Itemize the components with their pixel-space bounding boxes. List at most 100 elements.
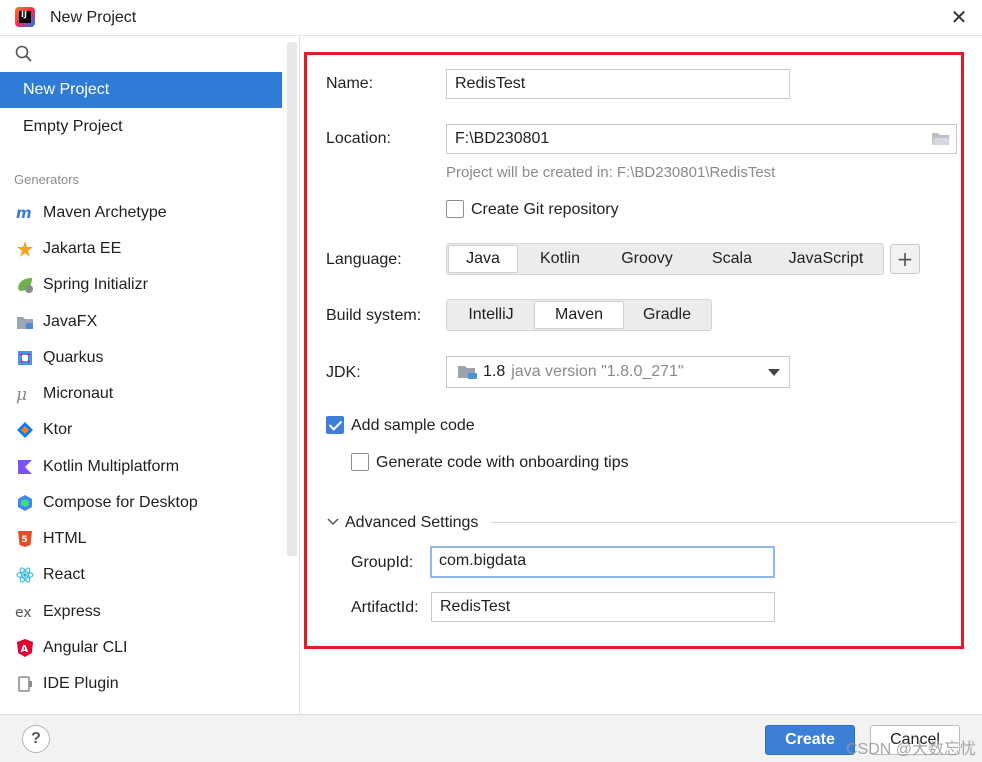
artifactid-input[interactable]: RedisTest	[431, 592, 775, 622]
name-label: Name:	[326, 75, 374, 92]
generator-label: Jakarta EE	[43, 240, 122, 257]
advanced-settings-divider	[491, 522, 957, 523]
build-system-selector: IntelliJ Maven Gradle	[446, 299, 712, 331]
generator-javafx[interactable]: JavaFX	[0, 307, 282, 337]
svg-text:5: 5	[22, 535, 28, 545]
generator-label: Express	[43, 603, 101, 620]
jdk-folder-icon	[458, 366, 477, 379]
svg-text:ex: ex	[15, 605, 32, 621]
create-git-checkbox[interactable]	[446, 200, 464, 218]
name-input[interactable]: RedisTest	[446, 69, 790, 99]
kotlin-icon	[18, 460, 32, 474]
generator-label: Kotlin Multiplatform	[43, 458, 180, 475]
generator-react[interactable]: React	[0, 560, 282, 590]
react-icon	[16, 567, 34, 583]
dialog-footer: ? Create Cancel CSDN @大数忘忧	[0, 714, 982, 762]
generator-html[interactable]: 5 HTML	[0, 524, 282, 554]
quarkus-icon	[18, 351, 32, 365]
generator-label: Compose for Desktop	[43, 494, 198, 511]
create-git-label: Create Git repository	[471, 201, 619, 218]
svg-text:m: m	[16, 204, 32, 222]
add-sample-code-label: Add sample code	[351, 417, 475, 434]
plugin-icon	[18, 676, 32, 692]
artifactid-label: ArtifactId:	[351, 599, 419, 616]
location-value: F:\BD230801	[455, 130, 550, 147]
create-button[interactable]: Create	[765, 725, 855, 755]
sidebar-item-new-project[interactable]: New Project	[0, 72, 282, 108]
folder-browse-icon[interactable]	[931, 131, 951, 147]
generator-label: Angular CLI	[43, 639, 128, 656]
generator-label: Spring Initializr	[43, 276, 148, 293]
javafx-icon	[17, 317, 33, 329]
generator-label: Ktor	[43, 421, 73, 438]
generator-micronaut[interactable]: μ Micronaut	[0, 379, 282, 409]
svg-text:A: A	[21, 644, 29, 655]
onboarding-tips-checkbox[interactable]	[351, 453, 369, 471]
language-selector: Java Kotlin Groovy Scala JavaScript	[446, 243, 884, 275]
generator-angular-cli[interactable]: A Angular CLI	[0, 633, 282, 663]
spring-icon	[18, 278, 33, 293]
build-option-intellij[interactable]: IntelliJ	[448, 301, 534, 329]
generator-label: Quarkus	[43, 349, 104, 366]
jdk-label: JDK:	[326, 364, 361, 381]
language-label: Language:	[326, 251, 402, 268]
close-icon[interactable]: ✕	[948, 6, 970, 28]
ktor-icon	[17, 422, 33, 438]
language-option-groovy[interactable]: Groovy	[602, 245, 692, 273]
help-button[interactable]: ?	[22, 725, 50, 753]
build-option-gradle[interactable]: Gradle	[624, 301, 710, 329]
generator-maven-archetype[interactable]: m Maven Archetype	[0, 198, 282, 228]
advanced-settings-toggle[interactable]: Advanced Settings	[345, 514, 478, 532]
jdk-select[interactable]: 1.8 java version "1.8.0_271"	[446, 356, 790, 388]
angular-icon: A	[17, 639, 33, 657]
add-language-plus-icon[interactable]: +	[890, 244, 920, 274]
jakarta-ee-icon	[17, 241, 33, 257]
window-title: New Project	[50, 9, 137, 26]
add-sample-code-checkbox[interactable]	[326, 416, 344, 434]
groupid-input[interactable]: com.bigdata	[430, 546, 775, 578]
language-option-java[interactable]: Java	[448, 245, 518, 273]
build-option-maven[interactable]: Maven	[534, 301, 624, 329]
generator-compose-for-desktop[interactable]: Compose for Desktop	[0, 488, 282, 518]
location-hint: Project will be created in: F:\BD230801\…	[446, 164, 776, 181]
chevron-down-icon[interactable]	[327, 517, 339, 527]
sidebar-scrollbar[interactable]	[287, 42, 297, 556]
search-icon[interactable]	[14, 44, 34, 64]
generator-express[interactable]: ex Express	[0, 597, 282, 627]
language-option-kotlin[interactable]: Kotlin	[518, 245, 602, 273]
micronaut-icon: μ	[16, 385, 27, 404]
language-option-scala[interactable]: Scala	[692, 245, 772, 273]
express-icon: ex	[15, 605, 32, 621]
html5-icon: 5	[18, 531, 32, 547]
generator-quarkus[interactable]: Quarkus	[0, 343, 282, 373]
generators-section-label: Generators	[14, 172, 80, 187]
language-option-javascript[interactable]: JavaScript	[772, 245, 880, 273]
generator-ide-plugin[interactable]: IDE Plugin	[0, 669, 282, 699]
build-system-label: Build system:	[326, 307, 422, 324]
sidebar-item-empty-project[interactable]: Empty Project	[0, 109, 282, 145]
generator-label: Micronaut	[43, 385, 114, 402]
compose-icon	[18, 495, 32, 511]
generator-spring-initializr[interactable]: Spring Initializr	[0, 270, 282, 300]
watermark-text: CSDN @大数忘忧	[845, 741, 976, 758]
title-bar: IJ New Project ✕	[0, 0, 982, 36]
generator-ktor[interactable]: Ktor	[0, 415, 282, 445]
generator-label: React	[43, 566, 85, 583]
generator-jakarta-ee[interactable]: Jakarta EE	[0, 234, 282, 264]
chevron-down-icon	[768, 369, 780, 376]
generator-kotlin-multiplatform[interactable]: Kotlin Multiplatform	[0, 452, 282, 482]
location-label: Location:	[326, 130, 391, 147]
location-input[interactable]: F:\BD230801	[446, 124, 957, 154]
jdk-version: 1.8	[483, 363, 506, 380]
generator-label: HTML	[43, 530, 87, 547]
jdk-detail: java version "1.8.0_271"	[511, 363, 684, 380]
generator-label: IDE Plugin	[43, 675, 119, 692]
groupid-label: GroupId:	[351, 554, 414, 571]
intellij-app-icon: IJ	[15, 7, 35, 27]
project-type-sidebar: New Project Empty Project Generators m M…	[0, 36, 300, 714]
svg-text:μ: μ	[16, 385, 27, 404]
generator-label: Maven Archetype	[43, 204, 167, 221]
generator-label: JavaFX	[43, 313, 98, 330]
onboarding-tips-label: Generate code with onboarding tips	[376, 454, 629, 471]
project-settings-panel: Name: RedisTest Location: F:\BD230801 Pr…	[301, 36, 982, 714]
